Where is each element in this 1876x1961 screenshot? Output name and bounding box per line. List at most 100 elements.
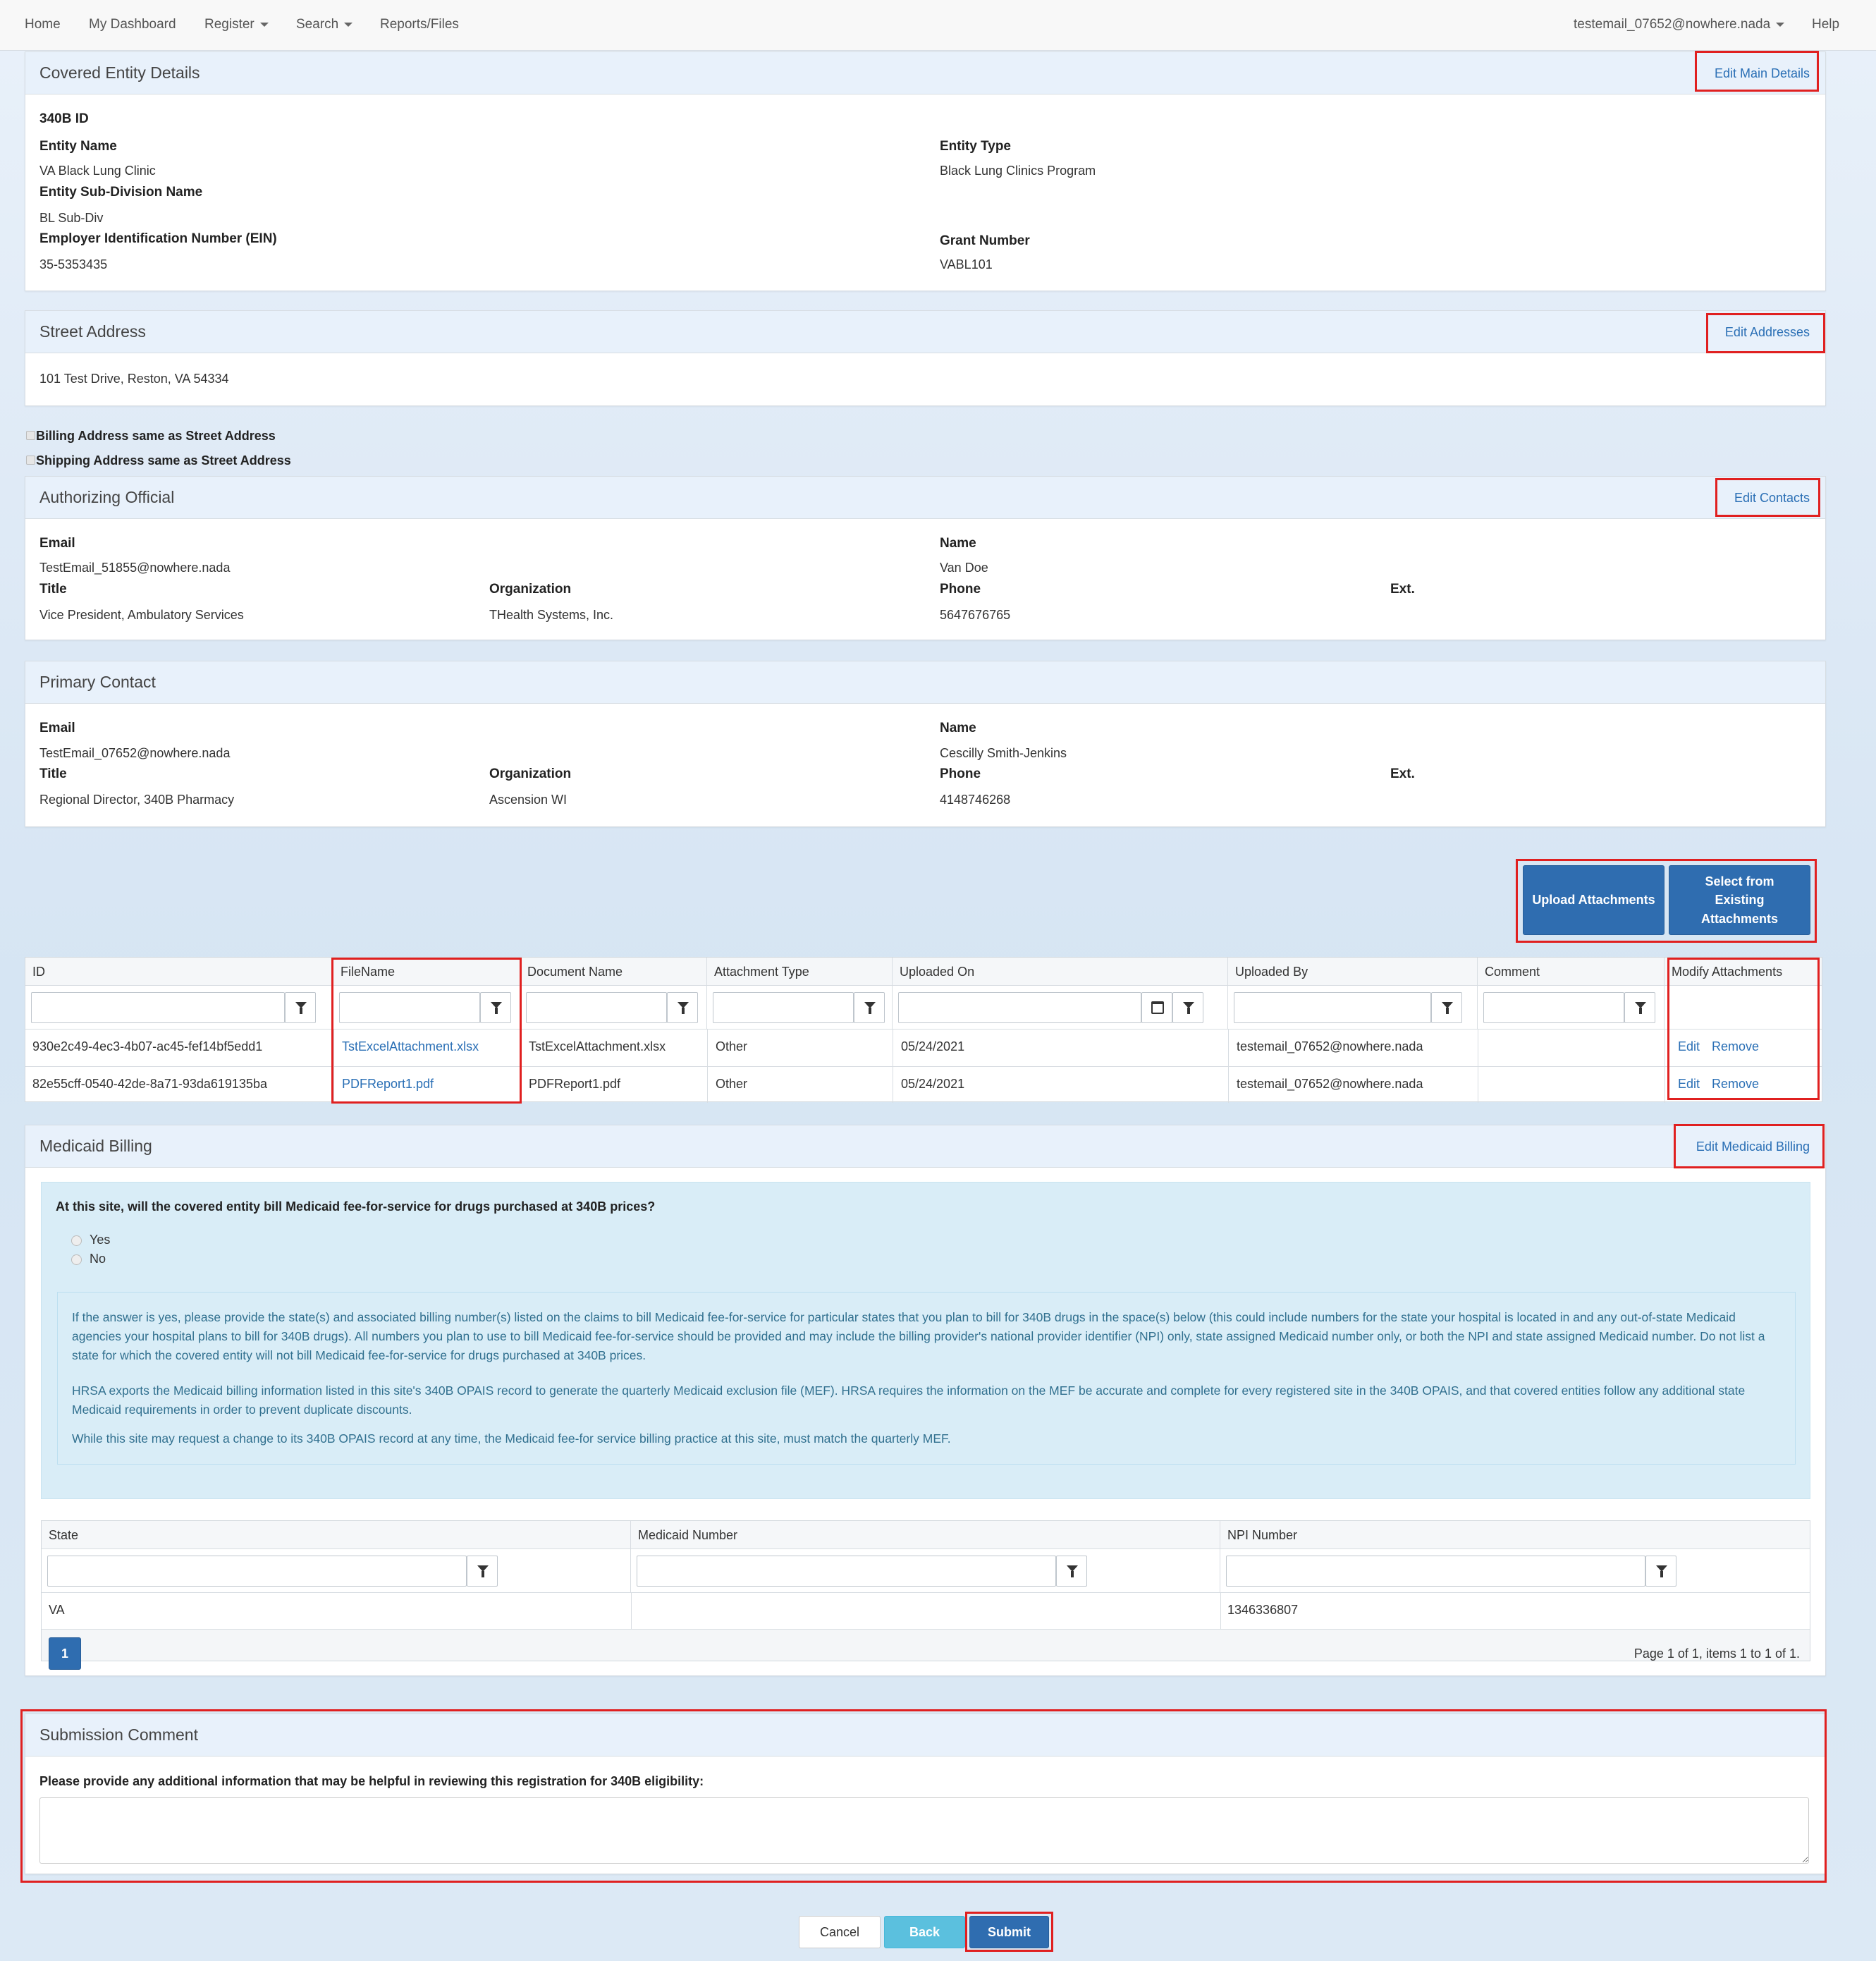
edit-medicaid-billing-link[interactable]: Edit Medicaid Billing	[1696, 1140, 1810, 1154]
submit-button[interactable]: Submit	[969, 1916, 1049, 1948]
filter-input-id[interactable]	[31, 992, 285, 1023]
pager-page-1[interactable]: 1	[49, 1637, 81, 1670]
date-picker-button[interactable]	[1141, 992, 1172, 1023]
filter-button-comment[interactable]	[1624, 992, 1655, 1023]
filter-button-attachment-type[interactable]	[854, 992, 885, 1023]
nav-reports[interactable]: Reports/Files	[380, 17, 459, 32]
select-existing-attachments-button[interactable]: Select from Existing Attachments	[1669, 865, 1810, 935]
cell-filename-link[interactable]: PDFReport1.pdf	[342, 1077, 434, 1092]
chevron-down-icon	[344, 22, 353, 27]
label-name: Name	[940, 721, 976, 735]
value-name: Van Doe	[940, 561, 988, 575]
panel-title: Covered Entity Details	[39, 63, 200, 82]
filter-input-uploaded-on[interactable]	[898, 992, 1141, 1023]
billing-same-label: Billing Address same as Street Address	[36, 429, 276, 443]
edit-main-details-link[interactable]: Edit Main Details	[1715, 66, 1810, 81]
panel-title: Primary Contact	[39, 673, 156, 691]
column-header-state[interactable]: State	[42, 1521, 631, 1549]
filter-button-uploaded-by[interactable]	[1431, 992, 1462, 1023]
remove-attachment-link[interactable]: Remove	[1712, 1077, 1759, 1092]
filter-input-filename[interactable]	[339, 992, 480, 1023]
nav-home[interactable]: Home	[25, 17, 61, 32]
label-organization: Organization	[489, 766, 572, 781]
filter-input-medicaid-number[interactable]	[637, 1556, 1056, 1587]
column-divider	[1228, 1030, 1229, 1103]
upload-attachments-button[interactable]: Upload Attachments	[1523, 865, 1665, 935]
remove-attachment-link[interactable]: Remove	[1712, 1039, 1759, 1054]
nav-register[interactable]: Register	[204, 17, 269, 32]
value-phone: 4148746268	[940, 793, 1011, 807]
filter-input-state[interactable]	[47, 1556, 467, 1587]
cell-document-name: TstExcelAttachment.xlsx	[529, 1039, 666, 1053]
nav-register-label: Register	[204, 17, 255, 32]
filter-input-comment[interactable]	[1483, 992, 1624, 1023]
filter-input-document-name[interactable]	[526, 992, 667, 1023]
value-title: Vice President, Ambulatory Services	[39, 608, 244, 622]
column-header-filename[interactable]: FileName	[333, 958, 520, 986]
primary-contact-panel: Primary Contact Email TestEmail_07652@no…	[25, 661, 1826, 827]
column-header-npi-number[interactable]: NPI Number	[1220, 1521, 1810, 1549]
value-entity-type: Black Lung Clinics Program	[940, 164, 1096, 178]
label-ein: Employer Identification Number (EIN)	[39, 231, 277, 246]
submission-comment-textarea[interactable]	[39, 1797, 1809, 1864]
chevron-down-icon	[259, 22, 269, 27]
column-header-document-name[interactable]: Document Name	[520, 958, 707, 986]
column-header-label: Uploaded On	[900, 965, 975, 979]
authorizing-header: Authorizing Official Edit Contacts	[25, 477, 1825, 519]
filter-cell-comment	[1478, 986, 1665, 1030]
radio-yes[interactable]	[71, 1235, 82, 1246]
label-entity-name: Entity Name	[39, 139, 117, 154]
nav-help[interactable]: Help	[1812, 17, 1839, 32]
filter-button-medicaid-number[interactable]	[1056, 1556, 1087, 1587]
column-header-label: Medicaid Number	[638, 1528, 738, 1542]
nav-search[interactable]: Search	[296, 17, 353, 32]
column-header-comment[interactable]: Comment	[1478, 958, 1665, 986]
edit-attachment-link[interactable]: Edit	[1678, 1077, 1700, 1092]
filter-icon	[1067, 1565, 1078, 1577]
filter-cell-medicaid-number	[631, 1549, 1220, 1593]
nav-user-menu[interactable]: testemail_07652@nowhere.nada	[1574, 17, 1785, 32]
column-header-label: Comment	[1485, 965, 1540, 979]
filter-cell-attachment-type	[707, 986, 893, 1030]
column-header-label: Document Name	[527, 965, 623, 979]
street-address-panel: Street Address Edit Addresses 101 Test D…	[25, 310, 1826, 406]
cancel-button[interactable]: Cancel	[799, 1916, 881, 1948]
column-header-medicaid-number[interactable]: Medicaid Number	[631, 1521, 1220, 1549]
label-grant: Grant Number	[940, 233, 1030, 248]
label-340b-id: 340B ID	[39, 111, 89, 126]
cell-filename-link[interactable]: TstExcelAttachment.xlsx	[342, 1039, 479, 1054]
filter-icon	[864, 1002, 876, 1014]
filter-button-uploaded-on[interactable]	[1172, 992, 1203, 1023]
submission-comment-panel: Submission Comment Please provide any ad…	[25, 1713, 1826, 1874]
filter-button-npi-number[interactable]	[1645, 1556, 1676, 1587]
shipping-same-checkbox[interactable]	[26, 456, 35, 465]
edit-contacts-link[interactable]: Edit Contacts	[1734, 491, 1810, 506]
filter-button-document-name[interactable]	[667, 992, 698, 1023]
filter-input-npi-number[interactable]	[1226, 1556, 1645, 1587]
filter-input-uploaded-by[interactable]	[1234, 992, 1431, 1023]
edit-attachment-link[interactable]: Edit	[1678, 1039, 1700, 1054]
column-header-attachment-type[interactable]: Attachment Type	[707, 958, 893, 986]
filter-input-attachment-type[interactable]	[713, 992, 854, 1023]
nav-dashboard[interactable]: My Dashboard	[89, 17, 176, 32]
column-header-uploaded-on[interactable]: Uploaded On	[893, 958, 1228, 986]
medicaid-question: At this site, will the covered entity bi…	[56, 1199, 656, 1214]
filter-button-filename[interactable]	[480, 992, 511, 1023]
back-button[interactable]: Back	[884, 1916, 965, 1948]
panel-title: Authorizing Official	[39, 488, 175, 506]
label-subdivision: Entity Sub-Division Name	[39, 185, 203, 200]
medicaid-grid: State Medicaid Number NPI Number VA 1346…	[41, 1520, 1810, 1670]
column-header-id[interactable]: ID	[25, 958, 333, 986]
filter-cell-filename	[333, 986, 520, 1030]
column-header-uploaded-by[interactable]: Uploaded By	[1228, 958, 1478, 986]
billing-same-checkbox[interactable]	[26, 431, 35, 440]
medicaid-billing-panel: Medicaid Billing Edit Medicaid Billing A…	[25, 1125, 1826, 1676]
street-address-header: Street Address Edit Addresses	[25, 311, 1825, 353]
nav-search-label: Search	[296, 17, 339, 32]
filter-button-id[interactable]	[285, 992, 316, 1023]
label-ext: Ext.	[1390, 582, 1415, 597]
edit-addresses-link[interactable]: Edit Addresses	[1725, 325, 1810, 340]
filter-button-state[interactable]	[467, 1556, 498, 1587]
radio-no[interactable]	[71, 1254, 82, 1265]
instruction-paragraph-3: While this site may request a change to …	[72, 1431, 951, 1446]
